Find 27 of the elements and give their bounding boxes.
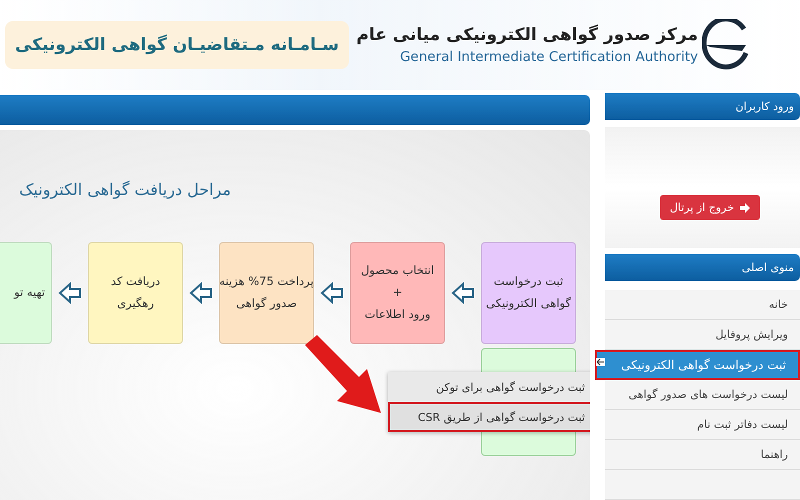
step-card: پرداخت 75% هزینه صدور گواهی [219, 242, 314, 344]
arrow-icon [320, 282, 344, 304]
menu-item[interactable]: ثبت درخواست گواهی الکترونیکی [595, 350, 800, 380]
org-subtitle: General Intermediate Certification Authority [400, 49, 698, 65]
menu-item[interactable]: ثبت درخواست گواهی از طریق CSR [388, 402, 590, 432]
exit-icon [740, 202, 750, 213]
menu-item[interactable]: ثبت درخواست گواهی برای توکن [388, 372, 590, 402]
step-card: ثبت درخواست گواهی الکترونیکی [481, 242, 576, 344]
step-card: انتخاب محصول + ورود اطلاعات [350, 242, 445, 344]
logo-icon [702, 19, 750, 71]
pointer-arrow-icon [303, 333, 383, 415]
org-title: مرکز صدور گواهی الکترونیکی میانی عام [356, 25, 698, 45]
panel-header: ورود کاربران [605, 93, 800, 120]
step-card: دریافت کد رهگیری [88, 242, 183, 344]
menu-item[interactable]: راهنما [605, 440, 800, 470]
arrow-icon [58, 282, 82, 304]
portal-title: سـامـانه مـتقاضیـان گواهی الکترونیکی [5, 21, 349, 69]
arrow-icon [596, 358, 605, 366]
section-heading: مراحل دریافت گواهی الکترونیک [18, 180, 231, 199]
arrow-icon [451, 282, 475, 304]
panel-header: منوی اصلی [605, 254, 800, 282]
menu-item[interactable]: لیست دفاتر ثبت نام [605, 410, 800, 440]
logout-button[interactable]: خروج از پرتال [660, 195, 760, 220]
arrow-icon [189, 282, 213, 304]
menu-item[interactable]: لیست درخواست های صدور گواهی [605, 380, 800, 410]
menu-item[interactable]: خانه [605, 290, 800, 320]
step-card: تهیه تو [0, 242, 52, 344]
